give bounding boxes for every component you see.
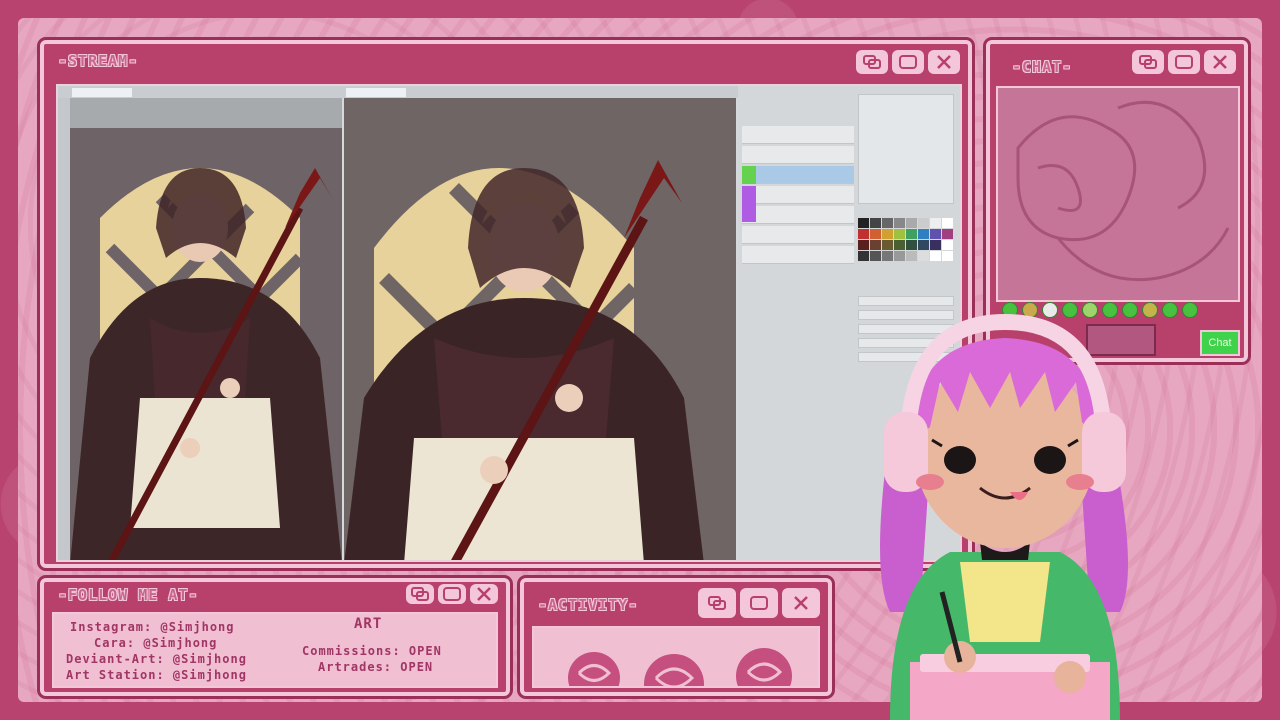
- canvas-tab-1[interactable]: [72, 88, 132, 97]
- maximize-icon[interactable]: [1168, 50, 1200, 74]
- layer-row[interactable]: [742, 126, 854, 144]
- chat-window-controls: [1132, 50, 1236, 74]
- close-icon[interactable]: [782, 588, 820, 618]
- follow-artstation: Art Station: @Simjhong: [66, 668, 247, 682]
- tool-strip: [58, 98, 70, 560]
- layer-row[interactable]: [742, 146, 854, 164]
- canvas-tab-bar: [58, 86, 738, 98]
- follow-cara: Cara: @Simjhong: [94, 636, 218, 650]
- layer-row[interactable]: [742, 246, 854, 264]
- layer-row[interactable]: [742, 186, 854, 204]
- layer-row-selected[interactable]: [742, 166, 854, 184]
- stream-window-title: -STREAM-: [58, 52, 139, 70]
- canvas-tab-2[interactable]: [346, 88, 406, 97]
- restore-window-icon[interactable]: [1132, 50, 1164, 74]
- layer-color-marker: [742, 186, 756, 222]
- follow-window: -FOLLOW ME AT- Instagram: @Simjhong ART …: [40, 578, 510, 696]
- activity-feed: [532, 626, 820, 688]
- restore-window-icon[interactable]: [406, 584, 434, 604]
- chat-background-art: [1016, 100, 1230, 282]
- artwork-main: [344, 98, 736, 560]
- reference-canvas: [70, 98, 342, 560]
- maximize-icon[interactable]: [892, 50, 924, 74]
- rose-decoration: [568, 648, 792, 686]
- activity-window-title: -ACTIVITY-: [538, 596, 639, 614]
- chat-send-button[interactable]: Chat: [1200, 330, 1240, 356]
- maximize-icon[interactable]: [438, 584, 466, 604]
- restore-window-icon[interactable]: [856, 50, 888, 74]
- chat-message-area[interactable]: [996, 86, 1240, 302]
- close-icon[interactable]: [470, 584, 498, 604]
- avatar-illustration: [880, 313, 1128, 720]
- navigator-panel: [858, 94, 954, 204]
- follow-deviantart: Deviant-Art: @Simjhong: [66, 652, 247, 666]
- follow-window-title: -FOLLOW ME AT-: [58, 586, 199, 604]
- activity-window: -ACTIVITY-: [520, 578, 832, 696]
- stream-window-controls: [856, 50, 960, 74]
- layer-row[interactable]: [742, 226, 854, 244]
- layer-row[interactable]: [742, 206, 854, 224]
- emote-icon[interactable]: [1162, 302, 1178, 318]
- follow-heading: ART: [354, 616, 383, 632]
- chat-window-title: -CHAT-: [1012, 58, 1073, 76]
- artwork-reference: [70, 128, 342, 560]
- stream-screen: [56, 84, 962, 562]
- maximize-icon[interactable]: [740, 588, 778, 618]
- vtuber-avatar: [850, 312, 1160, 720]
- follow-window-controls: [406, 584, 498, 604]
- restore-window-icon[interactable]: [698, 588, 736, 618]
- layer-visibility-marker: [742, 166, 756, 184]
- follow-links-panel: Instagram: @Simjhong ART Cara: @Simjhong…: [52, 612, 498, 688]
- stream-window: -STREAM-: [40, 40, 972, 568]
- color-palette[interactable]: [858, 218, 953, 261]
- property-row[interactable]: [858, 296, 954, 306]
- commissions-status: Commissions: OPEN: [302, 644, 442, 658]
- close-icon[interactable]: [1204, 50, 1236, 74]
- main-canvas[interactable]: [344, 98, 736, 560]
- close-icon[interactable]: [928, 50, 960, 74]
- emote-icon[interactable]: [1182, 302, 1198, 318]
- activity-window-controls: [698, 588, 820, 618]
- artrades-status: Artrades: OPEN: [318, 660, 434, 674]
- follow-instagram: Instagram: @Simjhong: [70, 620, 235, 634]
